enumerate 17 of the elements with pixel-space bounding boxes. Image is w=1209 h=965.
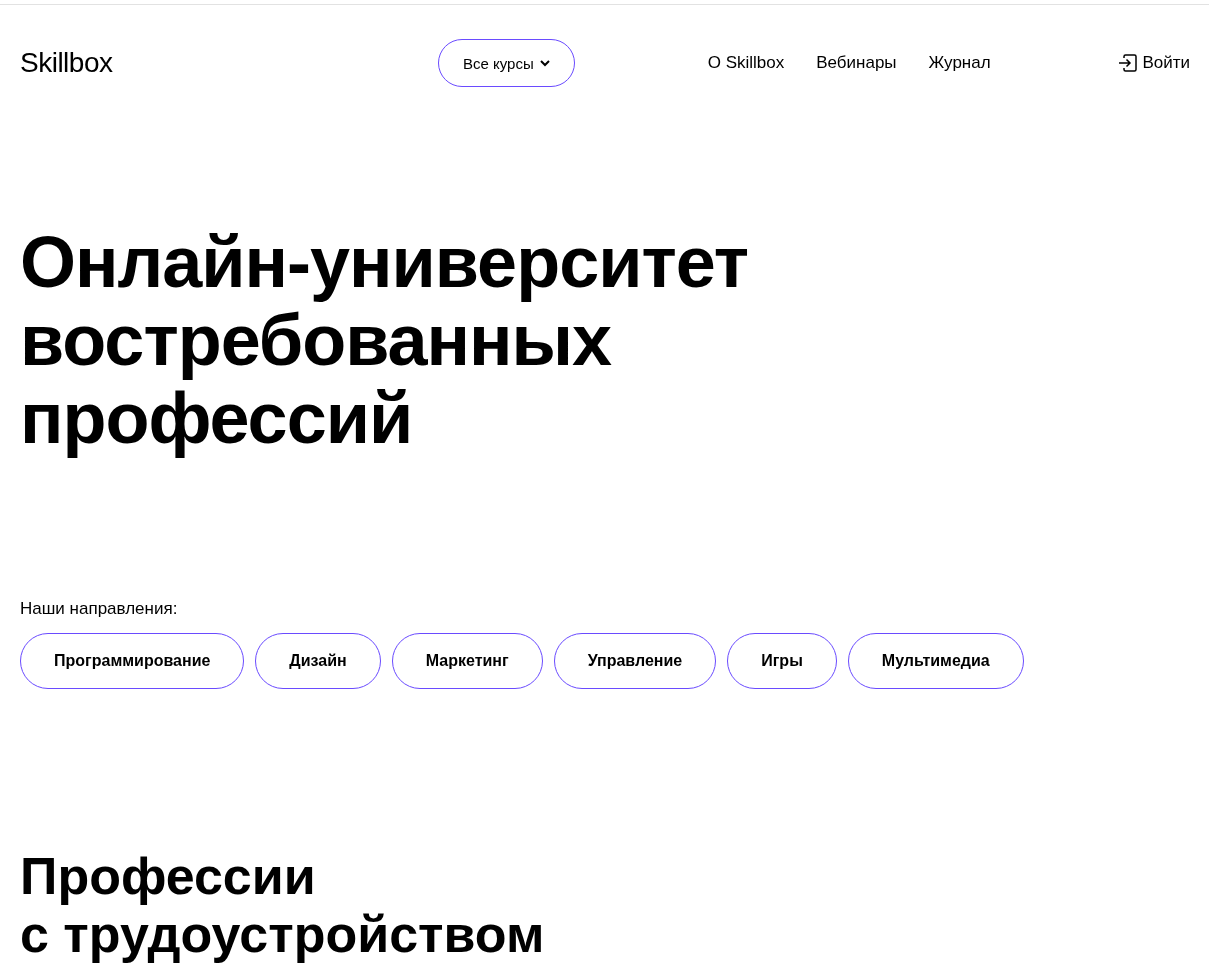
- hero-title: Онлайн-университет востребованных профессий: [20, 223, 750, 457]
- direction-chip[interactable]: Маркетинг: [391, 633, 543, 689]
- direction-chip[interactable]: Программирование: [20, 633, 245, 689]
- direction-chip[interactable]: Управление: [553, 633, 717, 689]
- chevron-down-icon: [539, 59, 550, 67]
- nav-link[interactable]: Вебинары: [816, 53, 897, 73]
- direction-chip[interactable]: Дизайн: [255, 633, 381, 689]
- section-title: Профессии с трудоустройством: [20, 847, 546, 963]
- direction-chip[interactable]: Мультимедиа: [847, 633, 1024, 689]
- direction-chip[interactable]: Игры: [727, 633, 837, 689]
- all-courses-button[interactable]: Все курсы: [438, 39, 575, 87]
- directions-label: Наши направления:: [20, 599, 179, 619]
- sign-in-icon: [1118, 54, 1139, 72]
- login-link[interactable]: Войти: [1118, 53, 1190, 73]
- nav-link[interactable]: Журнал: [928, 53, 991, 73]
- logo[interactable]: Skillbox: [20, 47, 438, 79]
- nav-link[interactable]: О Skillbox: [707, 53, 785, 73]
